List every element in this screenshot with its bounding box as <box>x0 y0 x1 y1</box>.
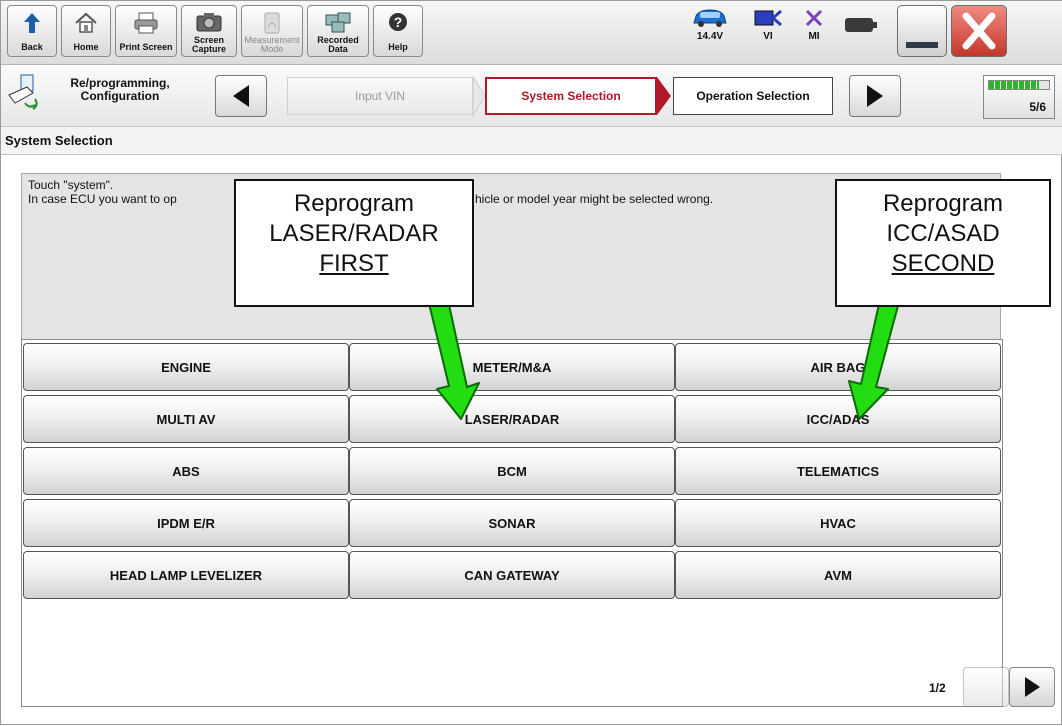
callout-left-line3: FIRST <box>319 250 389 277</box>
progress-bar <box>988 80 1050 90</box>
svg-text:?: ? <box>394 14 403 30</box>
mi-status: MI <box>803 7 825 42</box>
system-button-sonar[interactable]: SONAR <box>349 499 675 547</box>
breadcrumb-back-button[interactable] <box>215 75 267 117</box>
system-button-engine[interactable]: ENGINE <box>23 343 349 391</box>
home-button[interactable]: Home <box>61 5 111 57</box>
page-indicator: 1/2 <box>929 681 946 695</box>
camera-icon <box>196 13 222 32</box>
consult-window: Back Home Print Screen Screen Capture Me… <box>0 0 1062 725</box>
callout-icc-second: Reprogram ICC/ASAD SECOND <box>835 179 1051 307</box>
triangle-right-icon <box>867 85 883 107</box>
system-button-head-lamp-levelizer[interactable]: HEAD LAMP LEVELIZER <box>23 551 349 599</box>
system-grid: ENGINE METER/M&A AIR BAG MULTI AV LASER/… <box>21 341 1001 619</box>
progress-text: 5/6 <box>1029 100 1046 114</box>
vi-status: VI <box>753 7 783 42</box>
close-icon <box>962 12 996 50</box>
home-icon <box>75 12 97 33</box>
measurement-mode-label: Measurement Mode <box>244 35 300 54</box>
prev-page-button[interactable] <box>963 667 1009 707</box>
message-line-2-start: In case ECU you want to op <box>28 192 177 206</box>
measurement-mode-button[interactable]: Measurement Mode <box>241 5 303 57</box>
help-button[interactable]: ? Help <box>373 5 423 57</box>
minimize-icon <box>906 42 938 48</box>
system-button-airbag[interactable]: AIR BAG <box>675 343 1001 391</box>
callout-right-line1: Reprogram <box>882 190 1004 217</box>
section-title: System Selection <box>1 127 1062 155</box>
print-screen-button[interactable]: Print Screen <box>115 5 177 57</box>
back-label: Back <box>21 42 43 52</box>
battery-status <box>843 15 879 35</box>
system-button-telematics[interactable]: TELEMATICS <box>675 447 1001 495</box>
toolbar: Back Home Print Screen Screen Capture Me… <box>1 1 1062 65</box>
progress-fill <box>989 81 1039 89</box>
system-button-bcm[interactable]: BCM <box>349 447 675 495</box>
home-label: Home <box>73 42 99 52</box>
battery-status-icon <box>845 18 877 32</box>
reprogramming-icon <box>8 74 38 110</box>
reprogramming-configuration-crumb[interactable]: Re/programming, Configuration <box>5 73 203 117</box>
breadcrumb: Re/programming, Configuration Input VIN … <box>1 65 1062 127</box>
system-button-laser-radar[interactable]: LASER/RADAR <box>349 395 675 443</box>
triangle-left-icon <box>233 85 249 107</box>
voltage-status: 14.4V <box>691 7 729 42</box>
step-progress: 5/6 <box>983 75 1055 119</box>
callout-right-line2: ICC/ASAD <box>886 220 1000 247</box>
step-system-selection: System Selection <box>485 77 657 115</box>
help-label: Help <box>388 42 408 52</box>
mi-label: MI <box>808 31 820 42</box>
minimize-button[interactable] <box>897 5 947 57</box>
print-screen-label: Print Screen <box>119 42 173 52</box>
vi-label: VI <box>763 31 773 42</box>
car-battery-icon <box>693 9 727 27</box>
callout-left-line1: Reprogram <box>293 190 415 217</box>
system-button-avm[interactable]: AVM <box>675 551 1001 599</box>
help-icon: ? <box>389 13 407 31</box>
reprogramming-configuration-label: Re/programming, Configuration <box>70 76 170 103</box>
callout-left-line2: LASER/RADAR <box>269 220 439 247</box>
message-line-2-end: hicle or model year might be selected wr… <box>475 192 714 206</box>
system-button-abs[interactable]: ABS <box>23 447 349 495</box>
triangle-right-icon <box>1025 677 1040 697</box>
vi-connection-icon <box>754 9 782 27</box>
step-operation-selection: Operation Selection <box>673 77 833 115</box>
step-input-vin: Input VIN <box>287 77 473 115</box>
close-button[interactable] <box>951 5 1007 57</box>
next-page-button[interactable] <box>1009 667 1055 707</box>
screen-capture-button[interactable]: Screen Capture <box>181 5 237 57</box>
system-button-meter[interactable]: METER/M&A <box>349 343 675 391</box>
back-button[interactable]: Back <box>7 5 57 57</box>
mi-cross-icon <box>805 9 823 27</box>
printer-icon <box>134 12 158 34</box>
callout-right-line3: SECOND <box>891 250 995 277</box>
breadcrumb-next-button[interactable] <box>849 75 901 117</box>
back-arrow-icon <box>24 13 40 33</box>
system-button-icc-adas[interactable]: ICC/ADAS <box>675 395 1001 443</box>
system-button-ipdm[interactable]: IPDM E/R <box>23 499 349 547</box>
recorded-data-icon <box>325 12 351 33</box>
callout-laser-radar-first: Reprogram LASER/RADAR FIRST <box>234 179 474 307</box>
system-button-can-gateway[interactable]: CAN GATEWAY <box>349 551 675 599</box>
voltage-label: 14.4V <box>696 31 724 42</box>
recorded-data-label: Recorded Data <box>317 35 359 54</box>
screen-capture-label: Screen Capture <box>191 35 226 54</box>
system-button-hvac[interactable]: HVAC <box>675 499 1001 547</box>
recorded-data-button[interactable]: Recorded Data <box>307 5 369 57</box>
system-button-multi-av[interactable]: MULTI AV <box>23 395 349 443</box>
gauge-icon <box>264 12 280 34</box>
